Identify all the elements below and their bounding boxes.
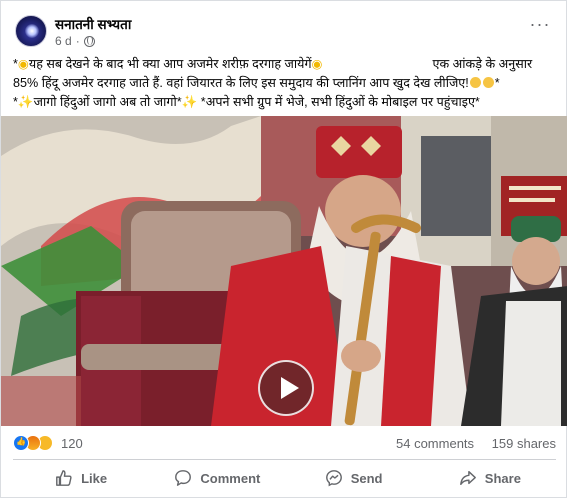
post-text-line-2: 85% हिंदू अजमेर दरगाह जाते हैं. वहां जिय… <box>13 76 500 90</box>
comment-button[interactable]: Comment <box>149 463 285 493</box>
messenger-icon <box>325 470 342 487</box>
post-stats: 120 54 comments 159 shares <box>13 433 558 453</box>
engagement-counts: 54 comments 159 shares <box>396 436 556 451</box>
sparkle-icon: ◉ <box>311 57 323 71</box>
post-header: सनातनी सभ्यता 6 d · ··· <box>13 11 558 51</box>
play-icon[interactable] <box>258 360 314 416</box>
video-player[interactable] <box>1 116 567 426</box>
page-name[interactable]: सनातनी सभ्यता <box>55 15 131 33</box>
share-label: Share <box>484 470 521 486</box>
like-label: Like <box>81 470 108 486</box>
post-timestamp[interactable]: 6 d <box>55 34 72 48</box>
comments-count[interactable]: 54 comments <box>396 436 474 451</box>
post-meta: 6 d · <box>55 34 95 48</box>
like-icon <box>56 470 72 486</box>
share-icon <box>459 470 476 486</box>
action-bar: Like Comment Send Share <box>13 463 558 493</box>
comment-icon <box>175 470 192 486</box>
send-button[interactable]: Send <box>286 463 422 493</box>
comment-label: Comment <box>200 470 261 486</box>
more-icon[interactable]: ··· <box>528 15 552 37</box>
share-button[interactable]: Share <box>422 463 558 493</box>
reaction-count: 120 <box>61 435 83 451</box>
sparkle-icon: ◉ <box>17 57 29 71</box>
divider <box>13 459 556 460</box>
shares-count[interactable]: 159 shares <box>492 436 556 451</box>
sparkle-icon: ✨ <box>181 95 198 109</box>
emoji-icon <box>482 77 494 88</box>
emoji-icon <box>469 77 481 88</box>
like-reaction-icon <box>13 435 29 451</box>
page-avatar[interactable] <box>15 15 47 47</box>
post-text: *◉यह सब देखने के बाद भी क्या आप अजमेर शर… <box>13 55 558 112</box>
post-text-line-3: *✨जागो हिंदुओं जागो अब तो जागो*✨ *अपने स… <box>13 95 480 109</box>
post-card: सनातनी सभ्यता 6 d · ··· *◉यह सब देखने के… <box>0 0 567 498</box>
send-label: Send <box>350 470 383 486</box>
post-text-line-1: *◉यह सब देखने के बाद भी क्या आप अजमेर शर… <box>13 57 533 71</box>
reactions-summary[interactable]: 120 <box>13 435 83 451</box>
globe-icon <box>83 35 95 47</box>
sparkle-icon: ✨ <box>17 95 34 109</box>
like-button[interactable]: Like <box>13 463 149 493</box>
